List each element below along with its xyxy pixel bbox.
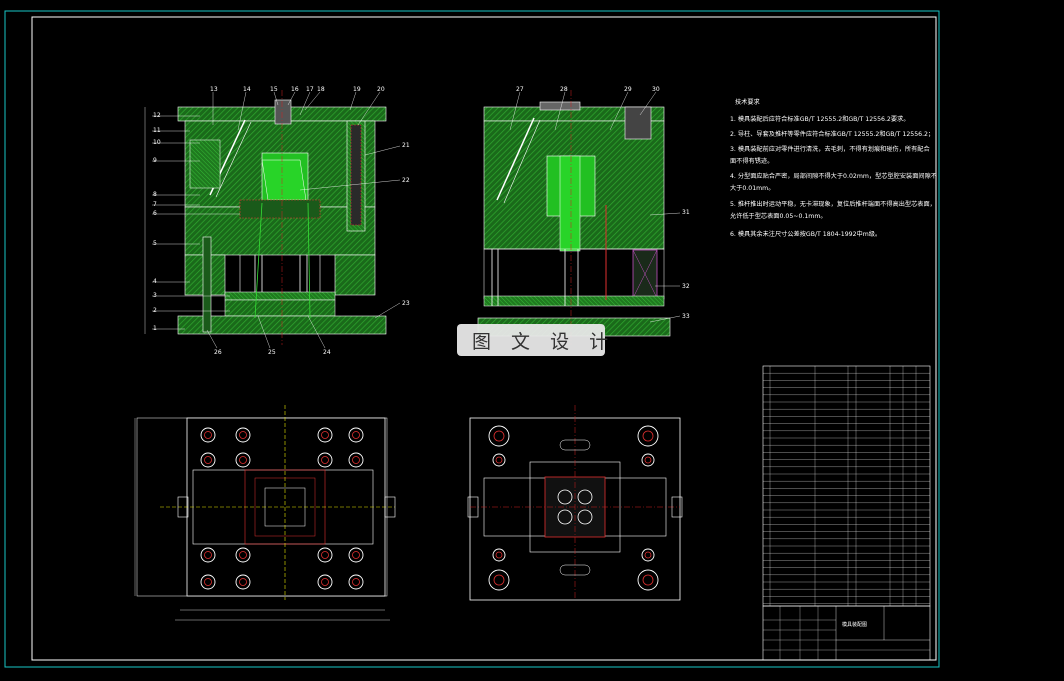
bolt-hole [492, 548, 506, 562]
callout-number: 3 [153, 292, 157, 299]
bolt-hole-inner [642, 430, 654, 442]
callout-number: 23 [402, 300, 410, 307]
bolt-hole [641, 548, 655, 562]
tech-note-4b: 大于0.01mm。 [730, 184, 774, 192]
tech-note-6: 6. 模具其余未注尺寸公差按GB/T 1804-1992中m级。 [730, 230, 881, 238]
tech-note-5: 5. 推杆推出时运动平稳，无卡滞现象，复位后推杆端面不得高出型芯表面， [730, 200, 936, 208]
title-block: 模具装配图 [762, 605, 931, 661]
bom-rows [763, 373, 930, 604]
plan-view-left [134, 405, 396, 621]
callout-number: 31 [682, 209, 690, 216]
tech-note-3: 3. 模具装配前应对零件进行清洗，去毛刺，不得有划痕和碰伤，所有配合 [730, 145, 930, 153]
callout-number: 17 [306, 86, 314, 93]
callout-number: 10 [153, 139, 161, 146]
callout-number: 30 [652, 86, 660, 93]
callout-number: 20 [377, 86, 385, 93]
callout-number: 7 [153, 201, 157, 208]
tech-note-4: 4. 分型面应贴合严密，局部间隙不得大于0.02mm，型芯型腔安装面间隙不 [730, 172, 937, 180]
callout-number: 14 [243, 86, 251, 93]
tech-note-5b: 允许低于型芯表面0.05~0.1mm。 [730, 212, 827, 220]
callout-number: 13 [210, 86, 218, 93]
callout-number: 15 [270, 86, 278, 93]
callout-number: 27 [516, 86, 524, 93]
callout-number: 11 [153, 127, 161, 134]
bolt-hole [641, 453, 655, 467]
callout-number: 21 [402, 142, 410, 149]
bolt-hole [488, 569, 510, 591]
bill-of-materials [762, 365, 931, 607]
title-block-name: 模具装配图 [842, 621, 867, 628]
bolt-hole-inner [495, 456, 503, 464]
bolt-hole-inner [495, 551, 503, 559]
main-section-view-left [144, 90, 401, 349]
plan-view-right [467, 405, 683, 601]
callout-number: 8 [153, 191, 157, 198]
callout-number: 33 [682, 313, 690, 320]
tech-note-2: 2. 导柱、导套及推杆等零件应符合标准GB/T 12555.2和GB/T 125… [730, 130, 934, 138]
callout-number: 32 [682, 283, 690, 290]
tech-notes-heading: 技术要求 [735, 98, 760, 106]
callout-number: 22 [402, 177, 410, 184]
callout-number: 24 [323, 349, 331, 356]
tech-note-3b: 面不得有锈迹。 [730, 157, 773, 165]
callout-number: 4 [153, 278, 157, 285]
callout-number: 16 [291, 86, 299, 93]
watermark: 图 文 设 计 [457, 324, 615, 356]
tech-notes: 技术要求 1. 模具装配后应符合标准GB/T 12555.2和GB/T 1255… [730, 98, 937, 238]
bolt-hole [492, 453, 506, 467]
bolt-hole-inner [644, 551, 652, 559]
cad-drawing-canvas: 13 14 15 16 17 18 19 2012111098765432121222326 2… [4, 10, 940, 668]
bolt-hole-inner [493, 430, 505, 442]
callout-number: 29 [624, 86, 632, 93]
callout-number: 19 [353, 86, 361, 93]
bolt-hole [637, 569, 659, 591]
callout-number: 6 [153, 210, 157, 217]
callout-number: 25 [268, 349, 276, 356]
bolt-hole-inner [493, 574, 505, 586]
callout-number: 2 [153, 307, 157, 314]
watermark-text: 图 文 设 计 [472, 331, 615, 353]
callout-number: 26 [214, 349, 222, 356]
callout-number: 18 [317, 86, 325, 93]
bolt-hole-inner [644, 456, 652, 464]
bolt-hole [488, 425, 510, 447]
bolt-hole [637, 425, 659, 447]
bolt-hole-inner [642, 574, 654, 586]
callout-number: 28 [560, 86, 568, 93]
callout-number: 5 [153, 240, 157, 247]
main-section-view-right [477, 90, 681, 345]
callout-number: 1 [153, 325, 157, 332]
callout-number: 12 [153, 112, 161, 119]
tech-note-1: 1. 模具装配后应符合标准GB/T 12555.2和GB/T 12556.2要求… [730, 115, 909, 123]
callout-number: 9 [153, 157, 157, 164]
